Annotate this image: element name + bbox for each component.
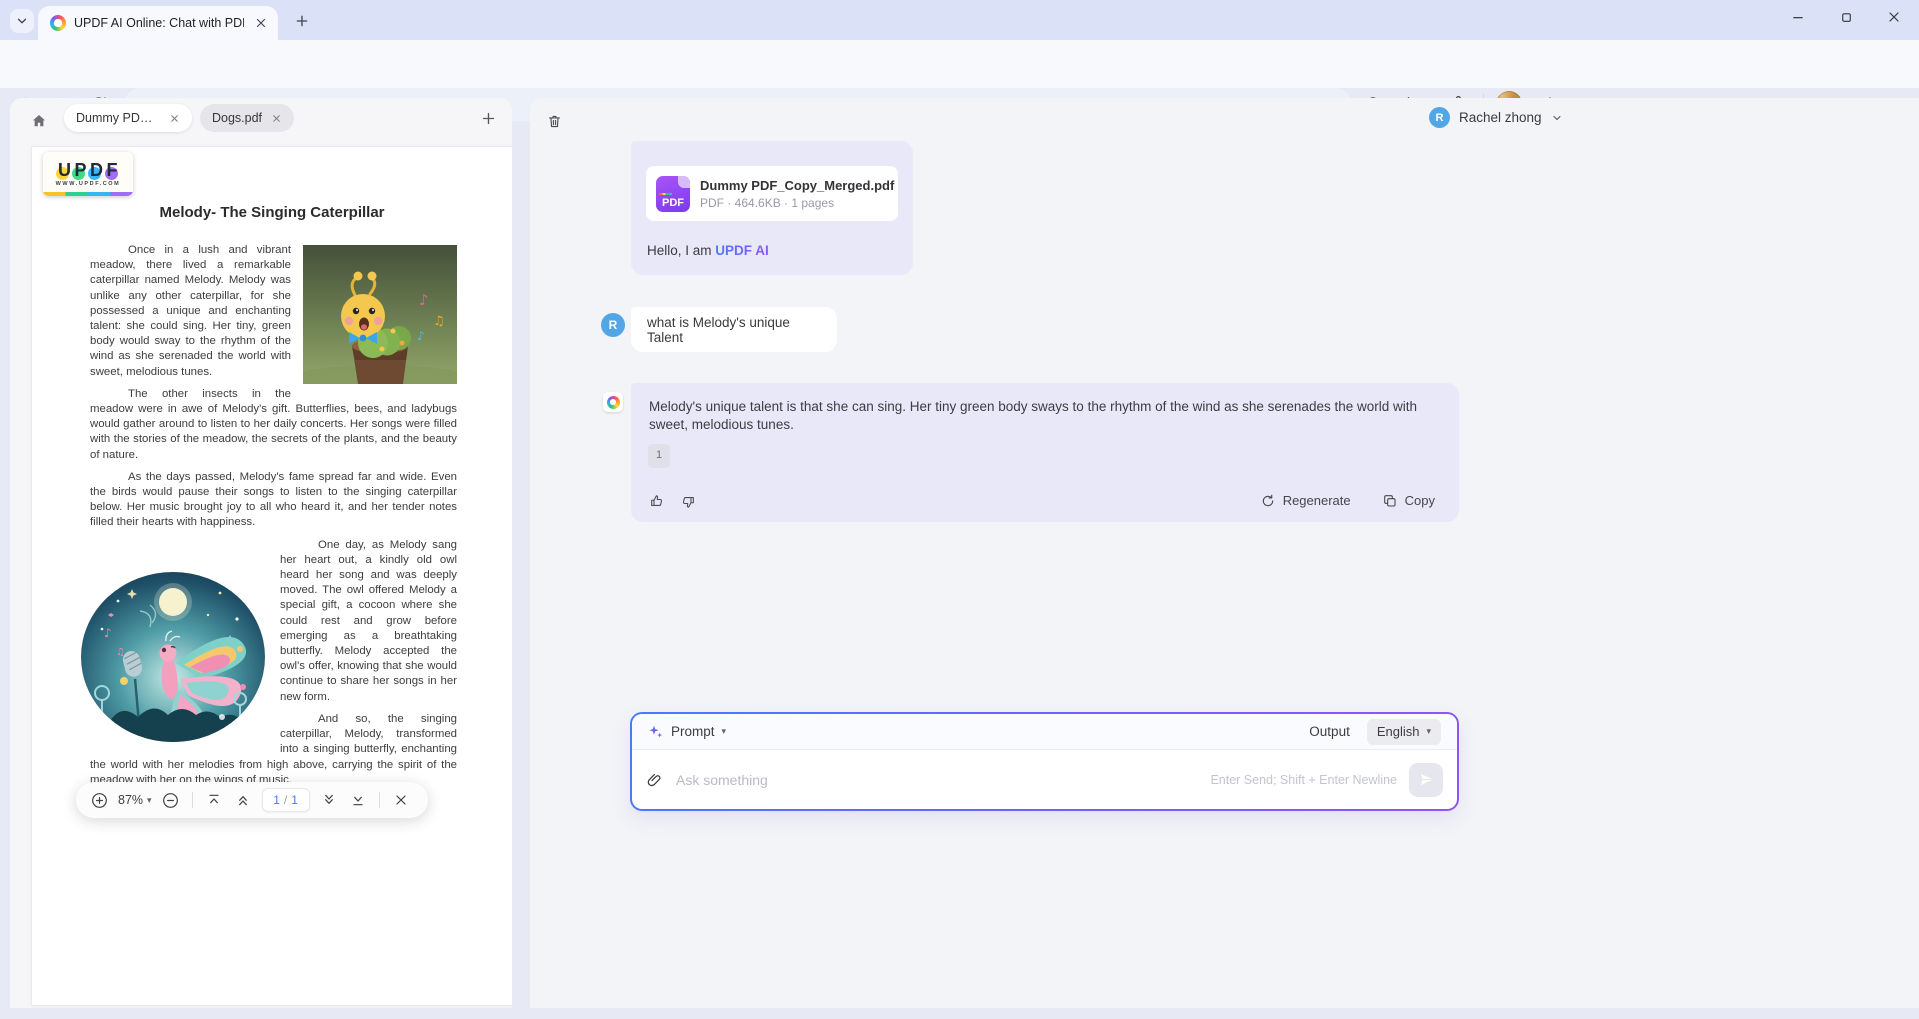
rainbow-stripe — [659, 193, 672, 196]
page-separator: / — [284, 793, 287, 807]
first-page-icon[interactable] — [204, 790, 224, 810]
account-avatar: R — [1429, 107, 1450, 128]
account-name: Rachel zhong — [1459, 110, 1542, 125]
pdf-viewer-panel: Dummy PDF_C... Dogs.pdf UPDF WWW.UPDF.CO… — [10, 98, 512, 1008]
delete-chat-button[interactable] — [543, 110, 565, 132]
send-button[interactable] — [1409, 763, 1443, 797]
doc-tab-dogs-pdf[interactable]: Dogs.pdf — [200, 104, 294, 132]
paragraph: As the days passed, Melody's fame spread… — [90, 470, 457, 531]
doc-tab-label: Dogs.pdf — [212, 111, 262, 125]
chevron-down-icon — [1551, 112, 1563, 124]
thumbs-up-icon[interactable] — [647, 492, 665, 510]
copy-button[interactable]: Copy — [1381, 492, 1435, 510]
regenerate-button[interactable]: Regenerate — [1259, 492, 1351, 510]
new-tab-button[interactable] — [290, 9, 314, 33]
toolbar-divider — [379, 792, 380, 808]
browser-tab-title: UPDF AI Online: Chat with PDF — [74, 16, 244, 30]
user-message-text: what is Melody's unique Talent — [647, 315, 821, 345]
zoom-level-dropdown[interactable]: 87%▾ — [118, 793, 152, 807]
document-body: ♪ ♫ ♪ Once in a lush and vibrant meadow,… — [90, 243, 457, 795]
window-minimize-icon[interactable] — [1789, 8, 1807, 26]
last-page-icon[interactable] — [348, 790, 368, 810]
svg-text:♪: ♪ — [419, 291, 429, 309]
pdf-file-icon: PDF — [656, 176, 690, 212]
browser-tab[interactable]: UPDF AI Online: Chat with PDF — [38, 6, 278, 40]
prompt-header: Prompt ▾ Output English ▾ — [632, 714, 1457, 750]
copy-icon — [1381, 492, 1399, 510]
ai-answer-text: Melody's unique talent is that she can s… — [649, 398, 1441, 433]
prompt-input-row: Enter Send; Shift + Enter Newline — [632, 750, 1457, 809]
updf-ai-brand: UPDF AI — [715, 243, 769, 258]
ai-answer-bubble: Melody's unique talent is that she can s… — [631, 383, 1459, 522]
add-document-button[interactable] — [476, 106, 500, 130]
document-title: Melody- The Singing Caterpillar — [32, 204, 512, 221]
prompt-composer: Prompt ▾ Output English ▾ Enter Send; Sh… — [630, 712, 1459, 811]
zoom-out-icon[interactable] — [161, 790, 181, 810]
sparkle-icon — [648, 724, 664, 740]
caterpillar-image: ♪ ♫ ♪ — [303, 245, 457, 384]
doc-tab-dummy-pdf[interactable]: Dummy PDF_C... — [64, 104, 192, 132]
plus-icon — [294, 13, 310, 29]
chevron-down-icon — [15, 14, 29, 28]
pdf-zoom-toolbar: 87%▾ 1 / 1 — [76, 782, 428, 818]
browser-tab-strip: UPDF AI Online: Chat with PDF — [0, 0, 1919, 40]
zoom-in-icon[interactable] — [89, 790, 109, 810]
tab-close-icon[interactable] — [252, 14, 270, 32]
file-name: Dummy PDF_Copy_Merged.pdf — [700, 178, 888, 193]
paragraph: The other insects in the meadow were in … — [90, 387, 457, 463]
file-meta: PDF · 464.6KB · 1 pages — [700, 196, 888, 210]
chat-panel: R Rachel zhong PDF Dummy PDF_Copy_Merged… — [530, 98, 1919, 1008]
user-avatar: R — [601, 313, 625, 337]
language-selector[interactable]: English ▾ — [1367, 719, 1441, 745]
pdf-badge: PDF — [656, 197, 690, 209]
svg-text:♪: ♪ — [417, 329, 425, 343]
updf-favicon-icon — [50, 15, 66, 31]
toolbar-divider — [192, 792, 193, 808]
doc-tab-close-icon[interactable] — [169, 113, 180, 124]
page-number-box[interactable]: 1 / 1 — [262, 788, 310, 812]
updf-logo-letters: UPDF — [57, 161, 119, 179]
home-button[interactable] — [28, 110, 50, 132]
page-fold — [678, 176, 690, 188]
browser-toolbar: updf.ai/file/815833808535298050 — [0, 40, 1919, 88]
output-label: Output — [1309, 724, 1350, 739]
attachment-icon[interactable] — [646, 771, 664, 789]
caret-down-icon: ▾ — [147, 796, 152, 805]
svg-text:♫: ♫ — [433, 314, 445, 329]
svg-text:♪: ♪ — [104, 626, 112, 640]
thumbs-down-icon[interactable] — [679, 492, 697, 510]
caret-down-icon: ▾ — [722, 727, 727, 736]
page-current: 1 — [273, 793, 280, 807]
updf-logo: UPDF WWW.UPDF.COM — [43, 152, 133, 196]
input-hint: Enter Send; Shift + Enter Newline — [1210, 773, 1397, 787]
doc-tab-label: Dummy PDF_C... — [76, 111, 160, 125]
user-message-bubble: what is Melody's unique Talent — [631, 307, 837, 352]
greeting-text: Hello, I am UPDF AI — [647, 243, 769, 258]
caret-down-icon: ▾ — [1426, 727, 1431, 736]
file-card[interactable]: PDF Dummy PDF_Copy_Merged.pdf PDF · 464.… — [646, 166, 898, 221]
account-menu[interactable]: R Rachel zhong — [1429, 107, 1563, 128]
chat-input[interactable] — [676, 772, 1198, 788]
ai-greeting-bubble: PDF Dummy PDF_Copy_Merged.pdf PDF · 464.… — [631, 141, 913, 275]
window-maximize-icon[interactable] — [1837, 8, 1855, 26]
previous-page-icon[interactable] — [233, 790, 253, 810]
updf-logo-subtitle: WWW.UPDF.COM — [56, 181, 121, 187]
tab-search-button[interactable] — [10, 9, 34, 33]
citation-chip[interactable]: 1 — [648, 444, 670, 468]
next-page-icon[interactable] — [319, 790, 339, 810]
butterfly-image: ♪ ♫ — [80, 571, 266, 743]
regenerate-icon — [1259, 492, 1277, 510]
pdf-page: UPDF WWW.UPDF.COM Melody- The Singing Ca… — [32, 147, 512, 1005]
doc-tab-close-icon[interactable] — [271, 113, 282, 124]
ai-avatar — [603, 392, 623, 412]
window-close-icon[interactable] — [1885, 8, 1903, 26]
updf-logo-icon — [607, 396, 620, 409]
close-toolbar-icon[interactable] — [391, 790, 411, 810]
prompt-dropdown[interactable]: Prompt — [671, 724, 715, 739]
page-total: 1 — [291, 793, 298, 807]
updf-logo-stripe — [43, 192, 133, 196]
